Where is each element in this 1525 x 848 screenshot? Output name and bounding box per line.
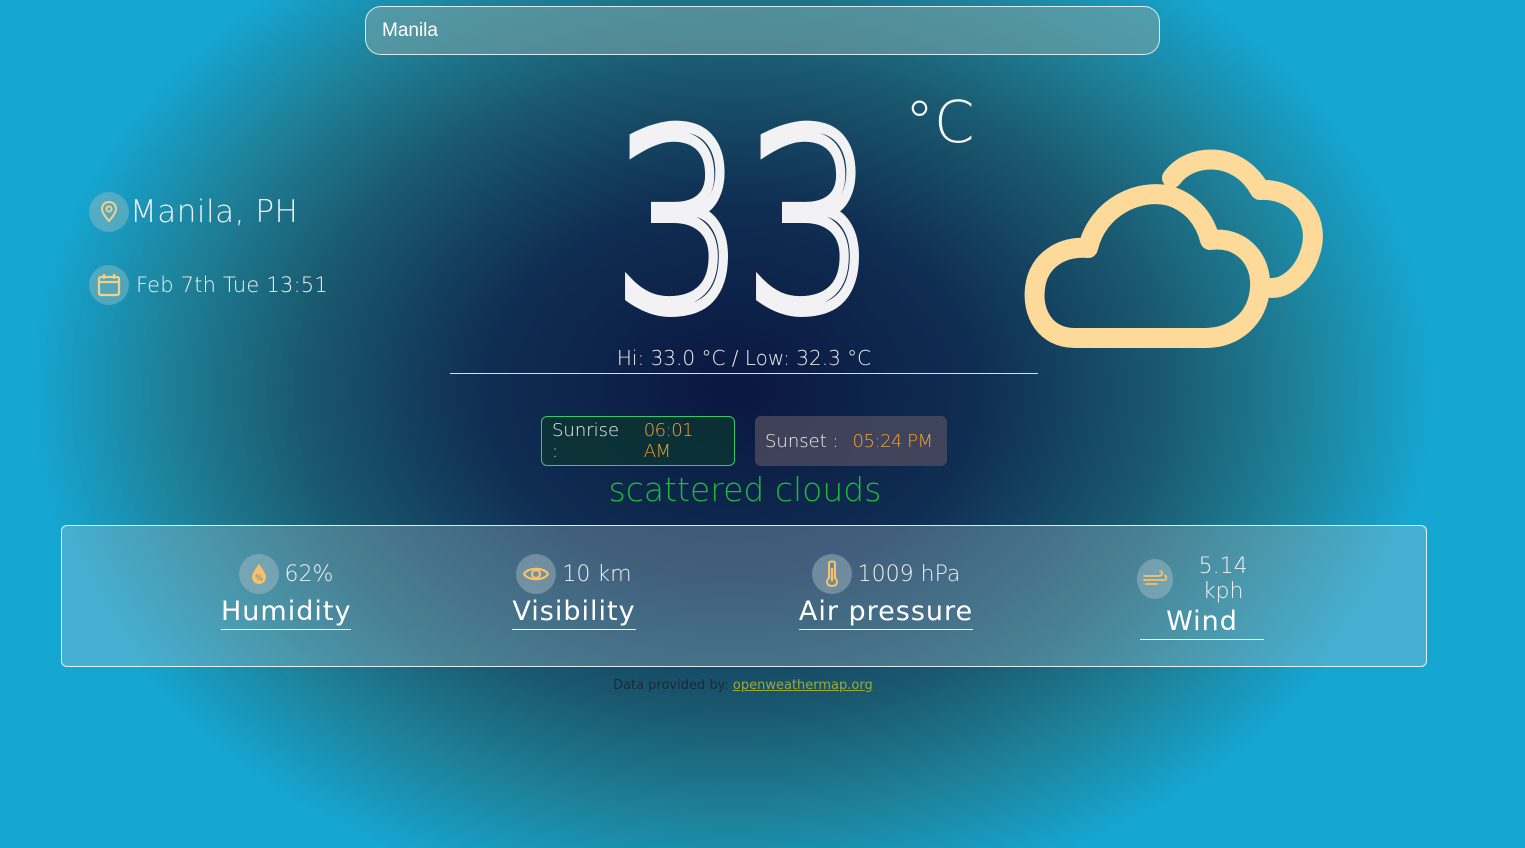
date-time-text: Feb 7th Tue 13:51 — [136, 273, 328, 297]
wind-value: 5.14 kph — [1198, 554, 1248, 604]
visibility-stat: 10 km Visibility — [509, 554, 639, 630]
visibility-label: Visibility — [512, 596, 636, 630]
humidity-label: Humidity — [221, 596, 352, 630]
search-input[interactable] — [366, 7, 1159, 54]
map-pin-icon — [89, 192, 129, 232]
datetime-row: Feb 7th Tue 13:51 — [89, 265, 328, 305]
air-pressure-stat: 1009 hPa Air pressure — [796, 554, 976, 630]
air-pressure-label: Air pressure — [798, 596, 974, 630]
openweathermap-link[interactable]: openweathermap.org — [733, 678, 873, 693]
air-pressure-value: 1009 hPa — [857, 561, 961, 587]
weather-stats-panel: % 62% Humidity 10 km Visibility 1009 hPa… — [61, 525, 1427, 667]
eye-icon — [516, 554, 557, 594]
sunset-badge: Sunset : 05:24 PM — [755, 416, 947, 466]
location-name: Manila, PH — [130, 194, 299, 230]
wind-icon — [1137, 559, 1174, 599]
current-temperature: 33 — [600, 76, 890, 372]
sunset-time: 05:24 PM — [852, 430, 933, 452]
search-box[interactable] — [365, 6, 1160, 55]
sunrise-label: Sunrise : — [552, 420, 620, 462]
thermometer-icon — [811, 554, 852, 594]
location-row: Manila, PH — [89, 192, 298, 232]
sunset-label: Sunset : — [765, 430, 839, 452]
hi-low-temperature: Hi: 33.0 °C / Low: 32.3 °C — [450, 346, 1038, 374]
temperature-unit: °C — [905, 88, 975, 156]
cloud-icon — [1020, 148, 1330, 358]
calendar-icon — [89, 265, 129, 305]
humidity-drop-icon: % — [238, 554, 279, 594]
svg-text:%: % — [255, 574, 263, 583]
humidity-stat: % 62% Humidity — [221, 554, 352, 630]
sunrise-time: 06:01 AM — [643, 420, 694, 462]
visibility-value: 10 km — [562, 561, 632, 587]
wind-label: Wind — [1140, 606, 1264, 640]
data-credit: Data provided by: openweathermap.org — [613, 678, 873, 693]
sunrise-badge: Sunrise : 06:01 AM — [541, 416, 735, 466]
credit-prefix: Data provided by: — [613, 678, 729, 693]
temperature-value: 33 — [614, 108, 876, 338]
weather-description: scattered clouds — [608, 470, 882, 509]
humidity-value: 62% — [284, 561, 334, 587]
wind-stat: 5.14 kph Wind — [1137, 554, 1267, 640]
